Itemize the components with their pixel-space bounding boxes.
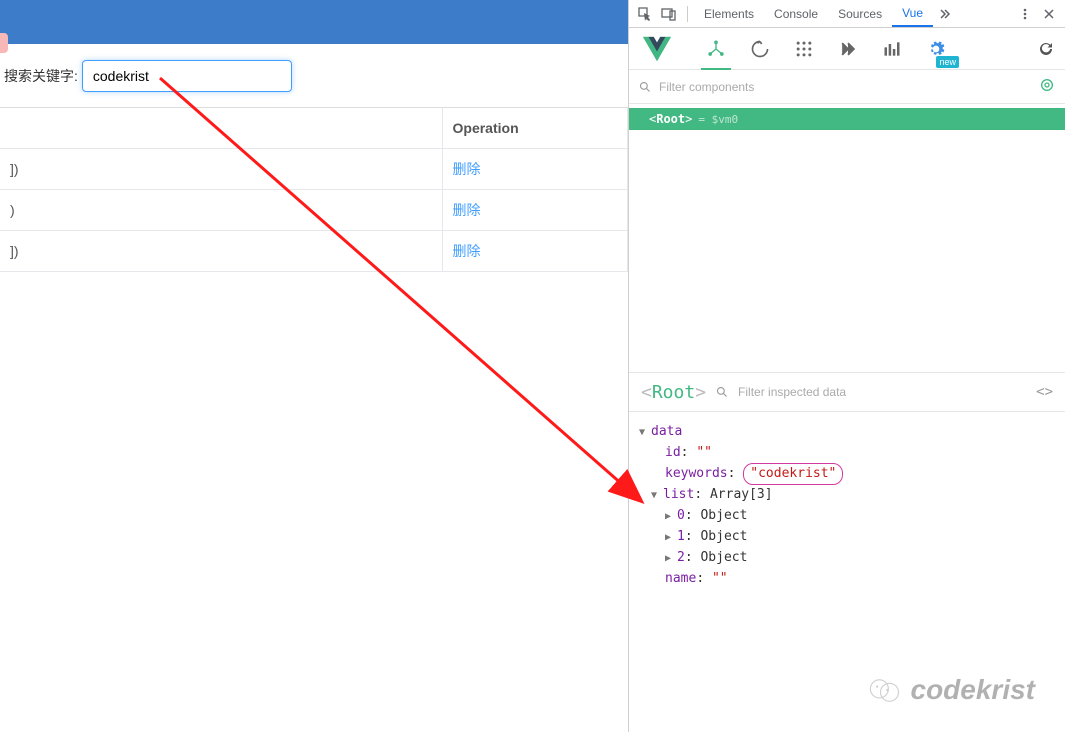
routing-icon[interactable] [837,38,859,60]
table-row: ]) 删除 [0,148,628,189]
component-root-row[interactable]: <Root> = $vm0 [629,108,1065,130]
select-target-icon[interactable] [1039,77,1055,96]
search-icon [716,386,728,398]
new-badge: new [936,56,959,68]
table-header-col1 [0,108,442,148]
settings-icon[interactable]: new [925,38,947,60]
vue-logo-icon [643,35,671,63]
tab-elements[interactable]: Elements [694,0,764,27]
decor-left-tab [0,33,8,53]
delete-link[interactable]: 删除 [453,243,481,259]
vuex-icon[interactable] [749,38,771,60]
refresh-icon[interactable] [1035,38,1057,60]
table-cell: ]) [0,230,442,271]
more-tabs-icon[interactable] [933,2,957,26]
perf-icon[interactable] [881,38,903,60]
inspect-icon[interactable] [633,2,657,26]
tab-console[interactable]: Console [764,0,828,27]
search-label: 搜索关键字: [4,66,78,86]
table-row: ]) 删除 [0,230,628,271]
delete-link[interactable]: 删除 [453,202,481,218]
search-icon [639,81,651,93]
delete-link[interactable]: 删除 [453,161,481,177]
table-cell: ) [0,189,442,230]
table-cell: ]) [0,148,442,189]
filter-components-input[interactable] [659,80,1031,94]
watermark: codekrist [867,672,1036,708]
kebab-icon[interactable] [1013,2,1037,26]
events-icon[interactable] [793,38,815,60]
table-header-operation: Operation [442,108,628,148]
vm-ref-label: = $vm0 [698,113,738,126]
table-row: ) 删除 [0,189,628,230]
filter-inspected-input[interactable] [738,385,1026,399]
tab-vue[interactable]: Vue [892,0,933,27]
search-input[interactable] [82,60,292,92]
components-icon[interactable] [705,38,727,60]
tab-sources[interactable]: Sources [828,0,892,27]
inspected-component-name: <Root> [641,382,706,403]
close-icon[interactable] [1037,2,1061,26]
data-table: Operation ]) 删除 ) 删除 ]) 删除 [0,108,628,272]
select-in-editor-icon[interactable]: <> [1036,384,1053,400]
app-header-bar [0,0,628,44]
inspector-body: data id: "" keywords: "codekrist" list: … [629,412,1065,599]
device-icon[interactable] [657,2,681,26]
